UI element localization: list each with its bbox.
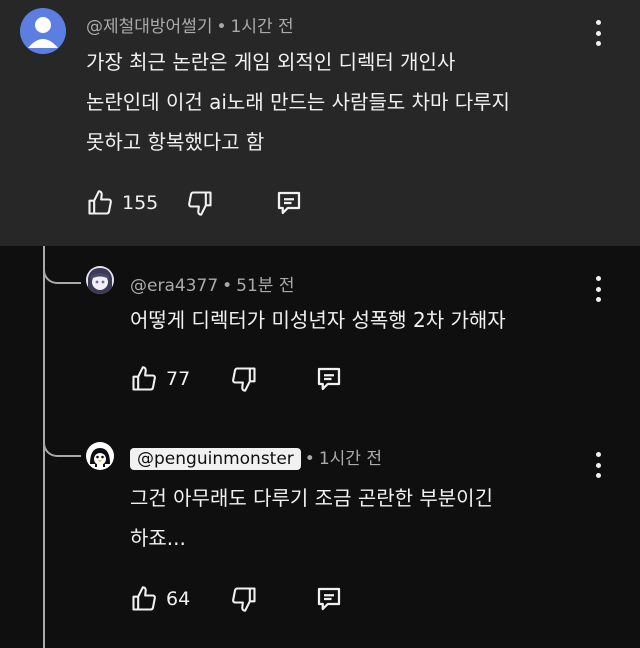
thumbs-down-icon	[232, 587, 256, 612]
like-count: 155	[122, 192, 159, 214]
user-icon	[28, 17, 58, 48]
avatar[interactable]	[20, 8, 66, 54]
dislike-button[interactable]	[186, 189, 214, 217]
reply-button[interactable]	[274, 188, 304, 218]
reply-comment: @era4377 • 51분 전 어떻게 디렉터가 미성년자 성폭행 2차 가해자 …	[0, 246, 640, 416]
comment-meta: @penguinmonster • 1시간 전	[130, 444, 382, 470]
penguin-avatar-icon	[90, 448, 110, 467]
comment-text: 가장 최근 논란은 게임 외적인 디렉터 개인사 논란인데 이건 ai노래 만드…	[86, 42, 510, 162]
like-count: 77	[166, 368, 191, 390]
reply-comment-icon	[278, 191, 301, 215]
thumbs-up-icon	[132, 366, 156, 391]
avatar[interactable]	[86, 266, 114, 294]
thumbs-down-icon	[232, 367, 256, 392]
like-button[interactable]: 155	[86, 189, 158, 217]
timestamp[interactable]: 1시간 전	[319, 449, 382, 469]
more-options-icon[interactable]	[588, 276, 608, 302]
separator: •	[216, 17, 227, 37]
reply-comment-icon	[318, 587, 341, 611]
like-count: 64	[166, 588, 191, 610]
comment-text: 그건 아무래도 다루기 조금 곤란한 부분이긴 하죠...	[130, 478, 493, 558]
separator: •	[304, 449, 315, 469]
more-options-icon[interactable]	[588, 20, 608, 46]
comment-meta: @era4377 • 51분 전	[130, 271, 295, 296]
comment-actions: 64	[130, 584, 344, 614]
comment-top: @제철대방어썰기 • 1시간 전 가장 최근 논란은 게임 외적인 디렉터 개인사 …	[0, 0, 640, 246]
comment-line: 논란인데 이건 ai노래 만드는 사람들도 차마 다루지	[86, 90, 510, 114]
reply-comment-icon	[318, 367, 341, 391]
author-name[interactable]: @제철대방어썰기	[86, 17, 212, 37]
author-chip[interactable]: @penguinmonster	[130, 448, 301, 470]
dislike-button[interactable]	[230, 585, 258, 613]
comment-line: 가장 최근 논란은 게임 외적인 디렉터 개인사	[86, 50, 456, 74]
avatar[interactable]	[86, 442, 114, 470]
like-button[interactable]: 77	[130, 365, 190, 393]
reply-comment: @penguinmonster • 1시간 전 그건 아무래도 다루기 조금 곤란한…	[0, 420, 640, 648]
comment-line: 못하고 항복했다고 함	[86, 130, 265, 154]
reply-button[interactable]	[314, 584, 344, 614]
thumbs-up-icon	[88, 190, 112, 215]
thumbs-down-icon	[188, 191, 212, 216]
anime-avatar-icon	[88, 268, 112, 294]
timestamp[interactable]: 1시간 전	[231, 17, 294, 37]
separator: •	[222, 276, 233, 296]
comment-line: 그건 아무래도 다루기 조금 곤란한 부분이긴	[130, 486, 493, 510]
comment-actions: 155	[86, 188, 304, 218]
dislike-button[interactable]	[230, 365, 258, 393]
comment-meta: @제철대방어썰기 • 1시간 전	[86, 12, 294, 37]
author-name[interactable]: @era4377	[130, 276, 218, 296]
more-options-icon[interactable]	[588, 452, 608, 478]
comment-actions: 77	[130, 364, 344, 394]
reply-button[interactable]	[314, 364, 344, 394]
comment-text: 어떻게 디렉터가 미성년자 성폭행 2차 가해자	[130, 300, 506, 340]
thumbs-up-icon	[132, 586, 156, 611]
timestamp[interactable]: 51분 전	[236, 276, 294, 296]
comment-line: 어떻게 디렉터가 미성년자 성폭행 2차 가해자	[130, 308, 506, 332]
comment-line: 하죠...	[130, 526, 186, 550]
like-button[interactable]: 64	[130, 585, 190, 613]
